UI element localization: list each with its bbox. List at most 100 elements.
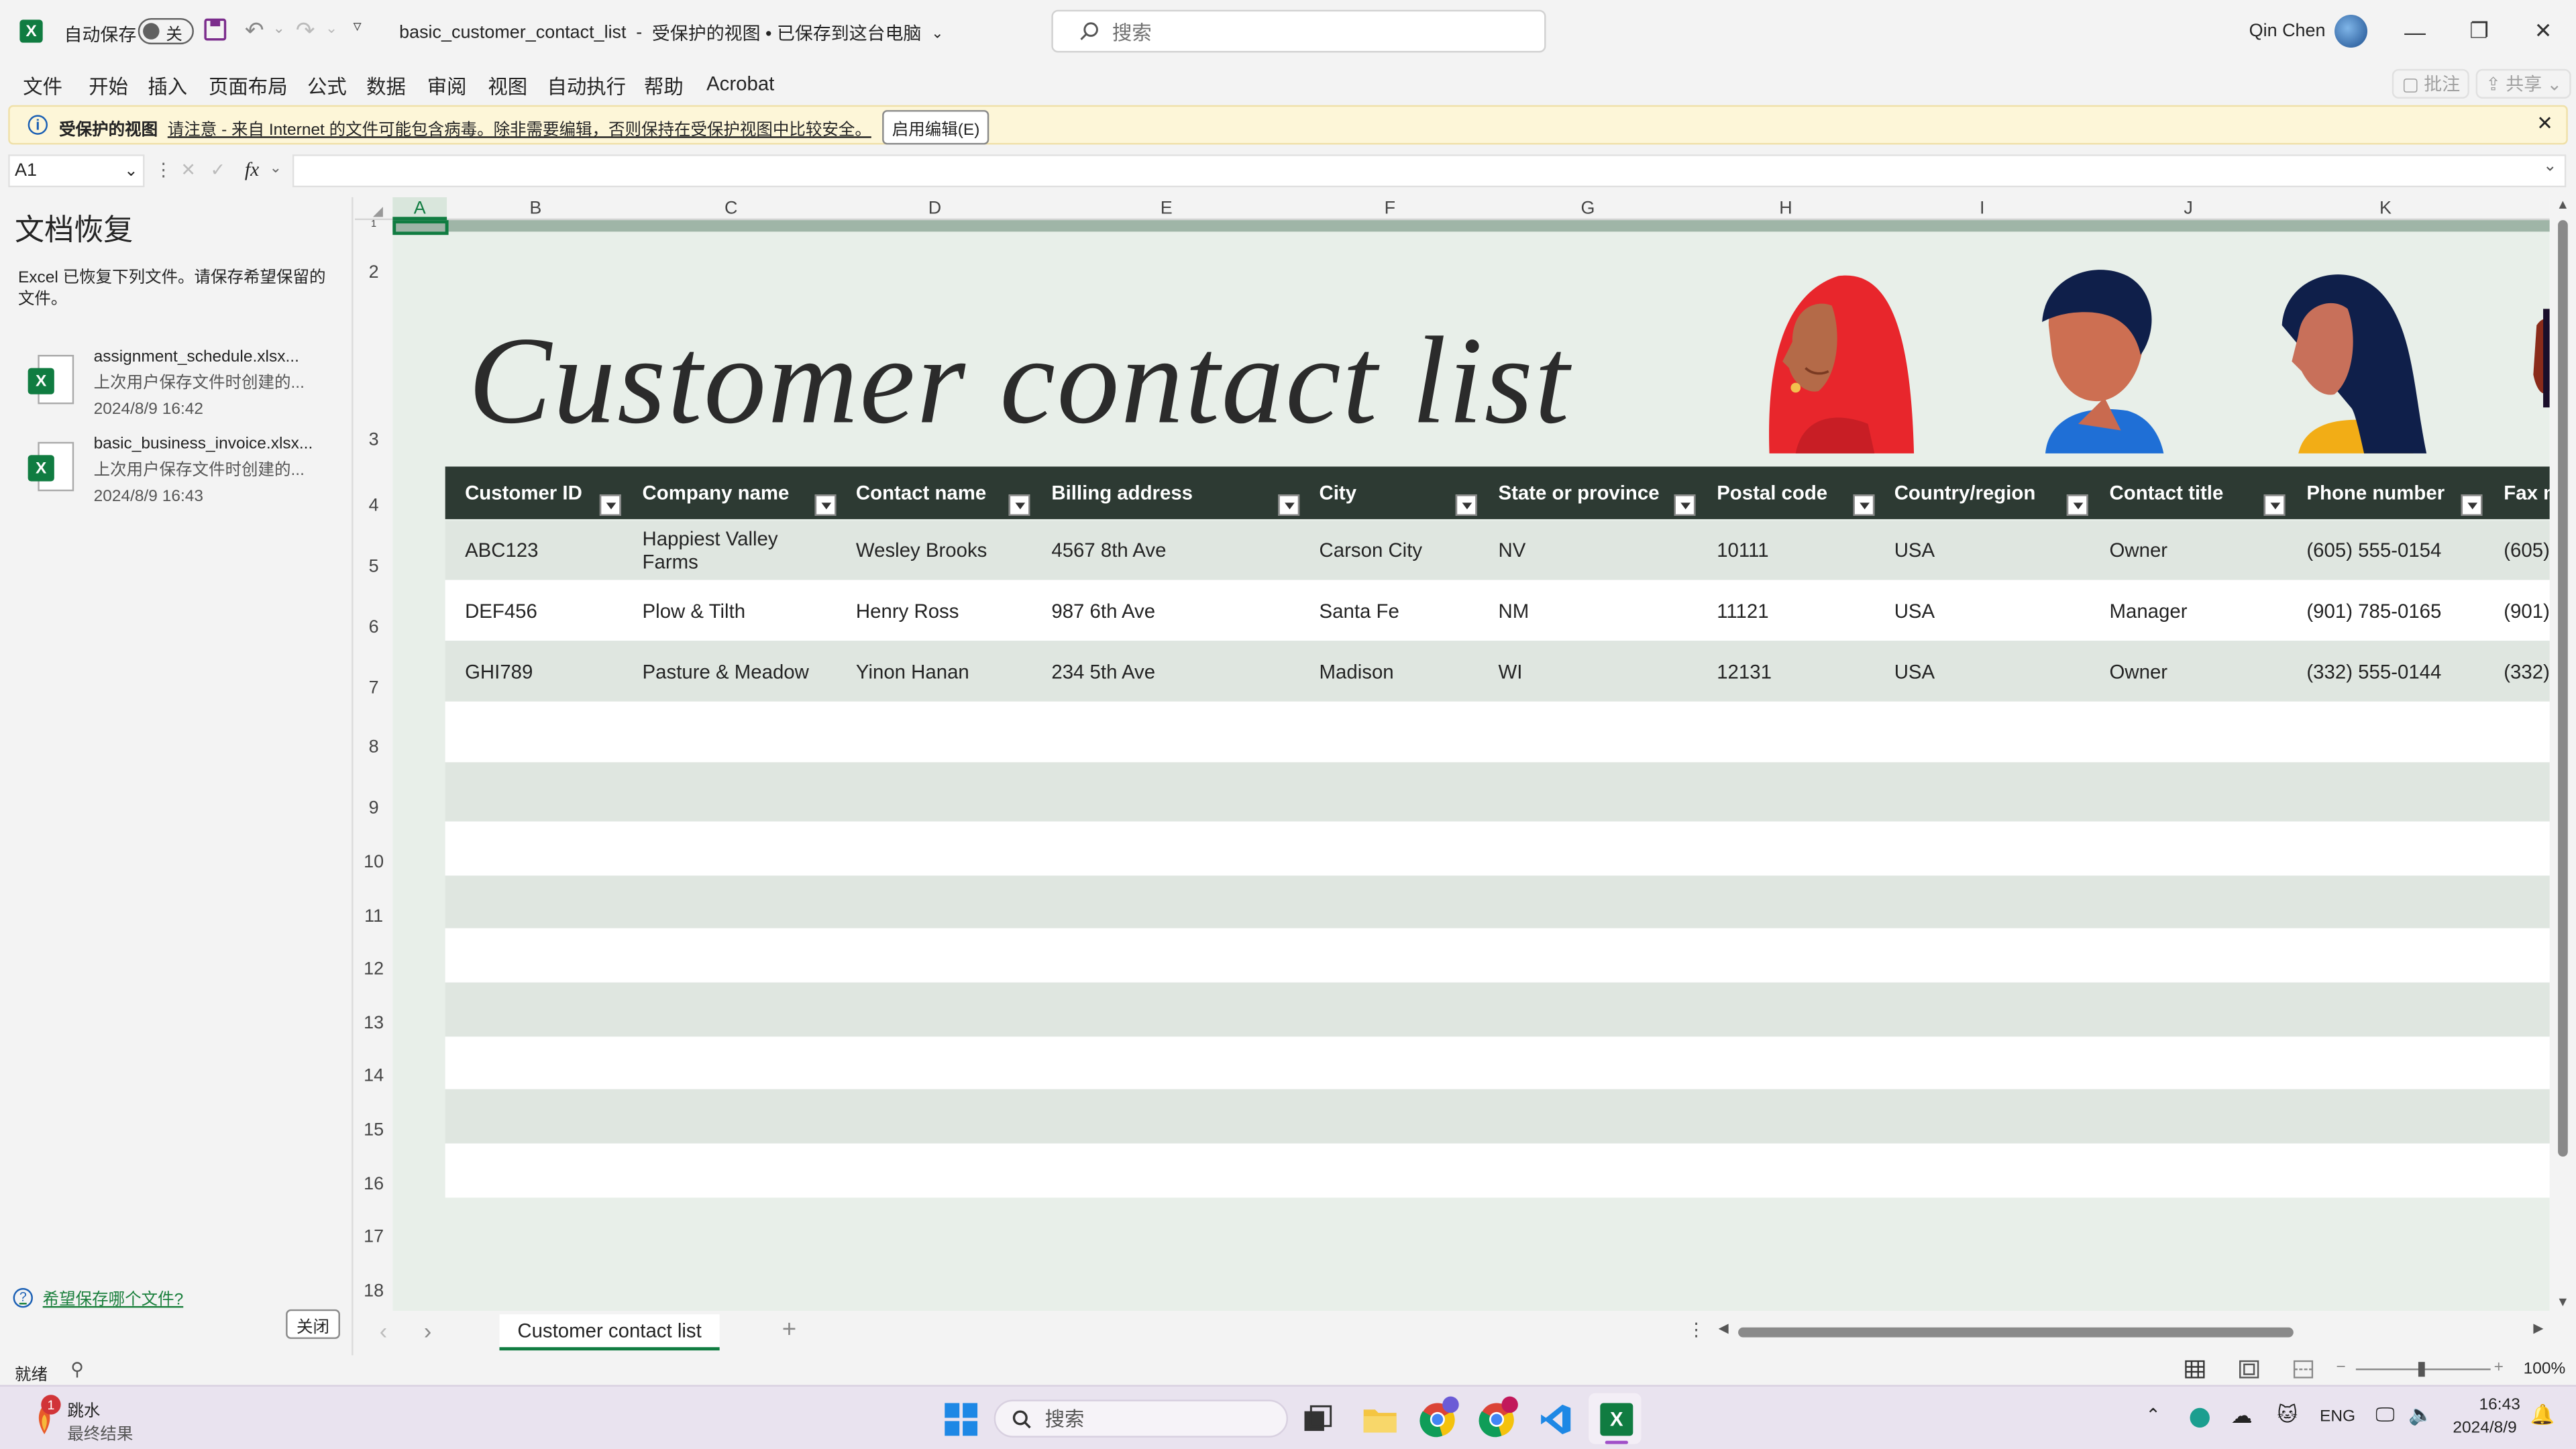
filter-dropdown-icon[interactable] <box>1853 494 1875 516</box>
chevron-up-icon[interactable]: ⌃ <box>2145 1405 2161 1426</box>
vertical-scrollbar[interactable]: ▲ ▼ <box>2549 197 2576 1311</box>
table-cell[interactable]: Pasture & Meadow <box>623 660 809 683</box>
table-cell[interactable]: GHI789 <box>445 660 533 683</box>
autosave-toggle[interactable]: 关 <box>138 17 194 45</box>
row-header[interactable]: 14 <box>355 1066 392 1085</box>
row-header[interactable]: 7 <box>355 678 392 698</box>
filter-dropdown-icon[interactable] <box>1455 494 1477 516</box>
table-cell[interactable]: (332) 555-0144 <box>2287 660 2441 683</box>
table-cell[interactable]: USA <box>1874 600 1935 623</box>
table-cell[interactable]: Yinon Hanan <box>837 660 969 683</box>
vertical-scroll-thumb[interactable] <box>2558 220 2568 1157</box>
table-cell[interactable]: NM <box>1479 600 1529 623</box>
table-row[interactable] <box>445 1036 2550 1089</box>
zoom-slider-thumb[interactable] <box>2418 1362 2425 1377</box>
close-icon[interactable]: ✕ <box>2536 112 2553 135</box>
zoom-out-icon[interactable]: − <box>2336 1358 2345 1377</box>
table-cell[interactable]: Owner <box>2090 660 2168 683</box>
file-explorer-icon[interactable] <box>1362 1403 1398 1436</box>
add-sheet-button[interactable]: + <box>782 1316 796 1344</box>
name-box[interactable]: A1 ⌄ <box>8 154 145 188</box>
next-sheet-icon[interactable]: › <box>424 1318 431 1344</box>
filter-dropdown-icon[interactable] <box>1674 494 1696 516</box>
column-header-g[interactable]: G <box>1479 197 1697 220</box>
insert-function-button[interactable]: fx <box>245 158 259 182</box>
select-all-icon[interactable]: ◢ <box>373 204 383 219</box>
column-header-b[interactable]: B <box>447 197 624 220</box>
widget-subtitle[interactable]: 最终结果 <box>67 1419 133 1444</box>
enable-editing-button[interactable]: 启用编辑(E) <box>882 110 990 145</box>
filter-dropdown-icon[interactable] <box>2066 494 2088 516</box>
worksheet-grid[interactable]: ◢ A B C D E F G H I J K 1 2 3 4 5 6 7 8 … <box>354 197 2550 1311</box>
table-cell[interactable]: Owner <box>2090 539 2168 561</box>
row-header[interactable]: 16 <box>355 1175 392 1194</box>
row-header[interactable]: 15 <box>355 1120 392 1140</box>
column-header-a[interactable]: A <box>392 197 447 221</box>
normal-view-icon[interactable] <box>2185 1360 2205 1379</box>
table-cell[interactable]: Wesley Brooks <box>837 539 987 561</box>
accessibility-icon[interactable]: ⚲ <box>70 1358 84 1380</box>
sheet-tab-customer-contact-list[interactable]: Customer contact list <box>499 1314 720 1351</box>
row-header[interactable]: 3 <box>355 431 392 450</box>
horizontal-scroll-thumb[interactable] <box>1738 1327 2294 1338</box>
comments-button[interactable]: ▢ 批注 <box>2392 68 2470 99</box>
tab-help[interactable]: 帮助 <box>644 72 684 101</box>
chevron-down-icon[interactable]: ⌄ <box>270 160 282 178</box>
table-cell[interactable]: USA <box>1874 539 1935 561</box>
scroll-right-icon[interactable]: ▶ <box>2533 1321 2543 1336</box>
column-header-h[interactable]: H <box>1697 197 1874 220</box>
page-break-view-icon[interactable] <box>2293 1360 2314 1379</box>
filter-dropdown-icon[interactable] <box>599 494 621 516</box>
table-cell[interactable]: 4567 8th Ave <box>1032 539 1166 561</box>
row-header[interactable]: 18 <box>355 1281 392 1301</box>
table-cell[interactable]: (901) 785-0165 <box>2287 600 2441 623</box>
column-header-e[interactable]: E <box>1032 197 1301 220</box>
tab-file[interactable]: 文件 <box>23 72 62 101</box>
column-header-j[interactable]: J <box>2090 197 2287 220</box>
filter-dropdown-icon[interactable] <box>2263 494 2286 516</box>
tab-data[interactable]: 数据 <box>366 72 406 101</box>
row-header[interactable]: 8 <box>355 738 392 757</box>
row-header[interactable]: 13 <box>355 1014 392 1033</box>
table-cell[interactable]: Santa Fe <box>1299 600 1399 623</box>
table-row[interactable]: DEF456 Plow & Tilth Henry Ross 987 6th A… <box>445 580 2550 641</box>
row-header[interactable]: 5 <box>355 557 392 576</box>
table-row[interactable] <box>445 1143 2550 1198</box>
row-header[interactable]: 9 <box>355 798 392 818</box>
document-title[interactable]: basic_customer_contact_list - 受保护的视图 • 已… <box>399 19 944 46</box>
customize-toolbar-icon[interactable]: ▿ <box>354 18 362 36</box>
table-cell[interactable]: Happiest Valley Farms <box>623 527 803 574</box>
row-header[interactable]: 12 <box>355 959 392 979</box>
row-header[interactable]: 10 <box>355 853 392 872</box>
tab-view[interactable]: 视图 <box>488 72 527 101</box>
widget-title[interactable]: 跳水 <box>67 1397 100 1421</box>
undo-icon[interactable]: ↶ <box>245 16 264 44</box>
tab-formulas[interactable]: 公式 <box>307 72 347 101</box>
clock-time[interactable]: 16:43 <box>2479 1397 2520 1415</box>
table-row[interactable] <box>445 701 2550 763</box>
task-view-icon[interactable] <box>1303 1405 1332 1434</box>
tray-app-icon[interactable]: 🐱 <box>2277 1403 2298 1426</box>
close-icon[interactable]: ✕ <box>2527 15 2560 48</box>
table-cell[interactable]: WI <box>1479 660 1522 683</box>
notification-bell-icon[interactable]: 🔔 <box>2530 1403 2555 1426</box>
table-cell[interactable]: DEF456 <box>445 600 537 623</box>
row-header[interactable]: 2 <box>355 263 392 282</box>
tab-page-layout[interactable]: 页面布局 <box>209 72 288 101</box>
cancel-icon[interactable]: ✕ <box>180 160 196 180</box>
recovery-close-button[interactable]: 关闭 <box>286 1309 340 1339</box>
table-cell[interactable]: 12131 <box>1697 660 1772 683</box>
table-cell[interactable]: Carson City <box>1299 539 1423 561</box>
search-box[interactable]: 搜索 <box>1051 9 1546 53</box>
filter-dropdown-icon[interactable] <box>1278 494 1300 516</box>
clock-date[interactable]: 2024/8/9 <box>2453 1419 2516 1438</box>
save-icon[interactable] <box>204 18 227 41</box>
undo-dropdown-icon[interactable]: ⌄ <box>273 19 285 38</box>
table-cell[interactable]: ABC123 <box>445 539 538 561</box>
page-layout-view-icon[interactable] <box>2239 1360 2259 1379</box>
table-row[interactable] <box>445 821 2550 876</box>
column-header-c[interactable]: C <box>625 197 838 220</box>
avatar[interactable] <box>2334 15 2368 48</box>
expand-formula-icon[interactable]: ⌄ <box>2543 158 2557 176</box>
row-header[interactable]: 1 <box>355 220 392 230</box>
